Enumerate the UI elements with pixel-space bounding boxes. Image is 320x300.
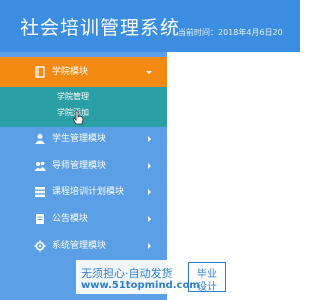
sidebar-item-college[interactable]: 学院模块 [0,57,167,87]
document-icon [36,214,44,224]
current-time: 当前时间：2018年4月6日20 [178,28,283,37]
chevron-right-icon [148,163,151,169]
watermark-slogan: 无须担心·自动发货 [81,267,173,280]
sidebar-item-label: 学院模块 [52,67,89,77]
sidebar-item-label: 导师管理模块 [52,161,107,171]
chevron-down-icon [146,71,152,74]
watermark-badge: 毕业 设计 [188,262,226,293]
chevron-right-icon [148,216,151,222]
gear-icon [34,240,46,252]
watermark-banner: 无须担心·自动发货 www.51topmind.com 毕业 设计 [76,260,230,294]
app-header: 社会培训管理系统 当前时间：2018年4月6日20 [0,0,300,52]
sidebar-item-system[interactable]: 系统管理模块 [0,231,167,261]
app-title: 社会培训管理系统 [20,17,181,39]
book-icon [35,66,45,78]
user-icon [35,134,45,144]
submenu-item-college-manage[interactable]: 学院管理 [57,92,89,102]
chevron-right-icon [148,243,151,249]
watermark-badge-line2: 设计 [197,282,217,293]
sidebar-item-students[interactable]: 学生管理模块 [0,124,167,154]
sidebar-item-course-plan[interactable]: 课程培训计划模块 [0,177,167,207]
users-icon [34,161,46,171]
sidebar-item-announcements[interactable]: 公告模块 [0,204,167,234]
chevron-right-icon [148,189,151,195]
chevron-right-icon [148,136,151,142]
sidebar-item-label: 系统管理模块 [52,241,107,251]
watermark-url: www.51topmind.com [81,280,200,291]
sidebar-item-label: 学生管理模块 [52,134,107,144]
stack-icon [35,187,45,198]
sidebar-item-label: 公告模块 [52,214,89,224]
sidebar-item-label: 课程培训计划模块 [52,187,125,197]
